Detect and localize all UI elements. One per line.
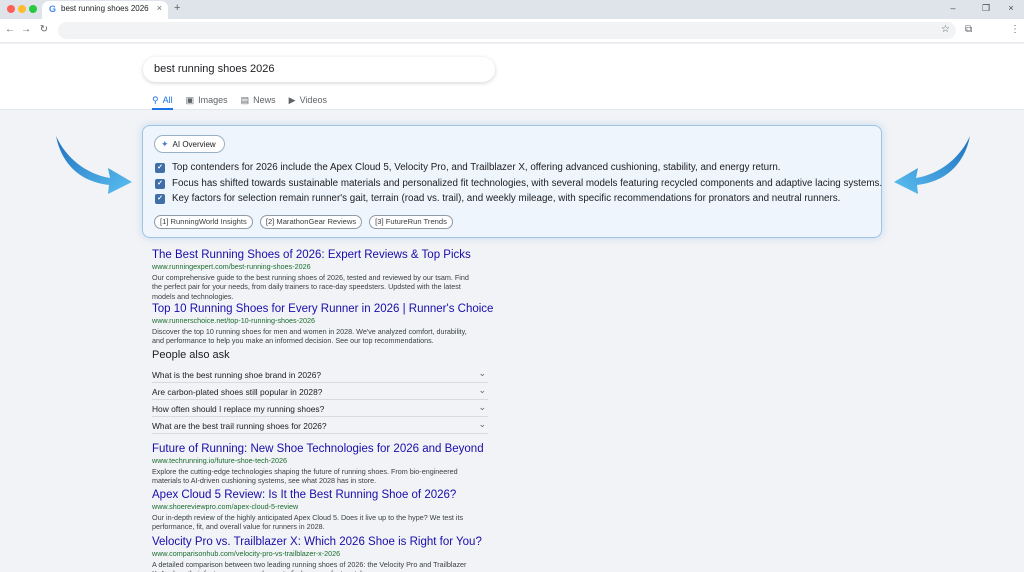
minimize-window-button[interactable] bbox=[18, 5, 26, 13]
search-tabs: ⚲ All ▣ Images ▤ News ▶ Videos bbox=[152, 93, 340, 110]
paa-question[interactable]: What is the best running shoe brand in 2… bbox=[152, 366, 488, 383]
video-icon: ▶ bbox=[288, 94, 296, 105]
result-title-link[interactable]: Velocity Pro vs. Trailblazer X: Which 20… bbox=[152, 536, 492, 548]
tab-images[interactable]: ▣ Images bbox=[186, 93, 228, 107]
search-query: best running shoes 2026 bbox=[154, 63, 275, 75]
tab-videos[interactable]: ▶ Videos bbox=[289, 93, 327, 107]
checkmark-icon: ✓ bbox=[155, 162, 165, 173]
paa-question-text: Are carbon-plated shoes still popular in… bbox=[152, 387, 323, 397]
restore-icon[interactable]: ❐ bbox=[980, 3, 992, 14]
search-result: Apex Cloud 5 Review: Is It the Best Runn… bbox=[152, 489, 492, 532]
result-snippet: Discover the top 10 running shoes for me… bbox=[152, 327, 467, 346]
tab-close-icon[interactable]: × bbox=[157, 3, 162, 13]
ai-point: ✓ Key factors for selection remain runne… bbox=[155, 193, 840, 204]
source-chip[interactable]: [3] FutureRun Trends bbox=[369, 215, 453, 229]
checkmark-icon: ✓ bbox=[155, 178, 165, 189]
news-icon: ▤ bbox=[240, 94, 250, 105]
search-result: The Best Running Shoes of 2026: Expert R… bbox=[152, 249, 492, 301]
menu-icon[interactable]: ⋮ bbox=[1010, 24, 1020, 35]
search-result: Top 10 Running Shoes for Every Runner in… bbox=[152, 303, 493, 346]
result-snippet: Our comprehensive guide to the best runn… bbox=[152, 273, 469, 301]
minimize-icon[interactable]: – bbox=[947, 3, 959, 13]
paa-question-text: What is the best running shoe brand in 2… bbox=[152, 370, 322, 380]
paa-question-text: How often should I replace my running sh… bbox=[152, 404, 325, 414]
ai-point: ✓ Focus has shifted towards sustainable … bbox=[155, 178, 882, 189]
browser-toolbar: ← → ↻ ☆ ⧉ ⋮ bbox=[0, 19, 1024, 43]
tab-all[interactable]: ⚲ All bbox=[152, 93, 173, 110]
tab-label: All bbox=[162, 95, 173, 105]
ai-point-text: Key factors for selection remain runner'… bbox=[172, 193, 841, 204]
checkmark-icon: ✓ bbox=[155, 193, 165, 204]
result-title-link[interactable]: Apex Cloud 5 Review: Is It the Best Runn… bbox=[152, 489, 492, 501]
tab-label: Videos bbox=[299, 95, 327, 105]
forward-icon[interactable]: → bbox=[20, 24, 32, 35]
address-bar[interactable]: ☆ bbox=[58, 22, 956, 39]
maximize-window-button[interactable] bbox=[29, 5, 37, 13]
extensions-icon[interactable]: ⧉ bbox=[965, 24, 972, 35]
reload-icon[interactable]: ↻ bbox=[38, 24, 50, 35]
chevron-down-icon: ⌄ bbox=[478, 368, 486, 378]
search-input[interactable]: best running shoes 2026 bbox=[143, 57, 495, 82]
pointer-arrow-left-icon bbox=[56, 136, 132, 194]
paa-question[interactable]: How often should I replace my running sh… bbox=[152, 400, 488, 417]
ai-point-text: Top contenders for 2026 include the Apex… bbox=[172, 162, 781, 173]
image-icon: ▣ bbox=[185, 94, 195, 105]
people-also-ask-title: People also ask bbox=[152, 349, 230, 361]
result-snippet: A detailed comparison between two leadin… bbox=[152, 560, 467, 572]
source-chip[interactable]: [1] RunningWorld Insights bbox=[154, 215, 253, 229]
ai-point-text: Focus has shifted towards sustainable ma… bbox=[172, 178, 883, 189]
paa-question-text: What are the best trail running shoes fo… bbox=[152, 421, 327, 431]
bookmark-star-icon[interactable]: ☆ bbox=[941, 24, 950, 35]
chevron-down-icon: ⌄ bbox=[478, 419, 486, 429]
search-header: best running shoes 2026 ⚲ All ▣ Images ▤… bbox=[0, 44, 1024, 110]
paa-question[interactable]: What are the best trail running shoes fo… bbox=[152, 417, 488, 434]
source-chips: [1] RunningWorld Insights [2] MarathonGe… bbox=[154, 215, 460, 229]
sparkle-icon: ✦ bbox=[161, 138, 169, 149]
ai-overview-badge[interactable]: ✦ AI Overview bbox=[154, 135, 225, 153]
new-tab-icon[interactable]: + bbox=[174, 2, 180, 14]
paa-question[interactable]: Are carbon-plated shoes still popular in… bbox=[152, 383, 488, 400]
ai-overview-card: ✦ AI Overview ✓ Top contenders for 2026 … bbox=[142, 125, 882, 238]
result-snippet: Our in-depth review of the highly antici… bbox=[152, 513, 464, 532]
tab-label: Images bbox=[198, 95, 228, 105]
browser-tab[interactable]: G best running shoes 2026 × bbox=[42, 1, 168, 19]
result-snippet: Explore the cutting-edge technologies sh… bbox=[152, 467, 458, 486]
tab-title: best running shoes 2026 bbox=[61, 4, 149, 13]
result-title-link[interactable]: The Best Running Shoes of 2026: Expert R… bbox=[152, 249, 492, 261]
chevron-down-icon: ⌄ bbox=[478, 385, 486, 395]
result-url[interactable]: www.runnerschoice.net/top-10-running-sho… bbox=[152, 316, 492, 325]
source-chip[interactable]: [2] MarathonGear Reviews bbox=[259, 215, 363, 229]
tab-label: News bbox=[253, 95, 276, 105]
result-title-link[interactable]: Top 10 Running Shoes for Every Runner in… bbox=[152, 303, 493, 315]
search-result: Velocity Pro vs. Trailblazer X: Which 20… bbox=[152, 536, 492, 572]
google-favicon-icon: G bbox=[49, 4, 57, 14]
tab-news[interactable]: ▤ News bbox=[241, 93, 276, 107]
result-url[interactable]: www.shoereviewpro.com/apex-cloud-5-revie… bbox=[152, 502, 492, 511]
close-window-button[interactable] bbox=[7, 5, 15, 13]
badge-label: AI Overview bbox=[172, 139, 216, 149]
result-url[interactable]: www.techrunning.io/future-shoe-tech-2026 bbox=[152, 456, 492, 465]
pointer-arrow-right-icon bbox=[894, 136, 970, 194]
result-title-link[interactable]: Future of Running: New Shoe Technologies… bbox=[152, 443, 492, 455]
result-url[interactable]: www.comparisonhub.com/velocity-pro-vs-tr… bbox=[152, 549, 492, 558]
search-result: Future of Running: New Shoe Technologies… bbox=[152, 443, 492, 486]
close-icon[interactable]: × bbox=[1005, 3, 1017, 13]
result-url[interactable]: www.runningexpert.com/best-running-shoes… bbox=[152, 262, 492, 271]
back-icon[interactable]: ← bbox=[4, 24, 16, 35]
browser-tab-bar: G best running shoes 2026 × + – ❐ × bbox=[0, 0, 1024, 19]
ai-point: ✓ Top contenders for 2026 include the Ap… bbox=[155, 162, 781, 173]
chevron-down-icon: ⌄ bbox=[478, 402, 486, 412]
search-icon: ⚲ bbox=[152, 94, 159, 105]
